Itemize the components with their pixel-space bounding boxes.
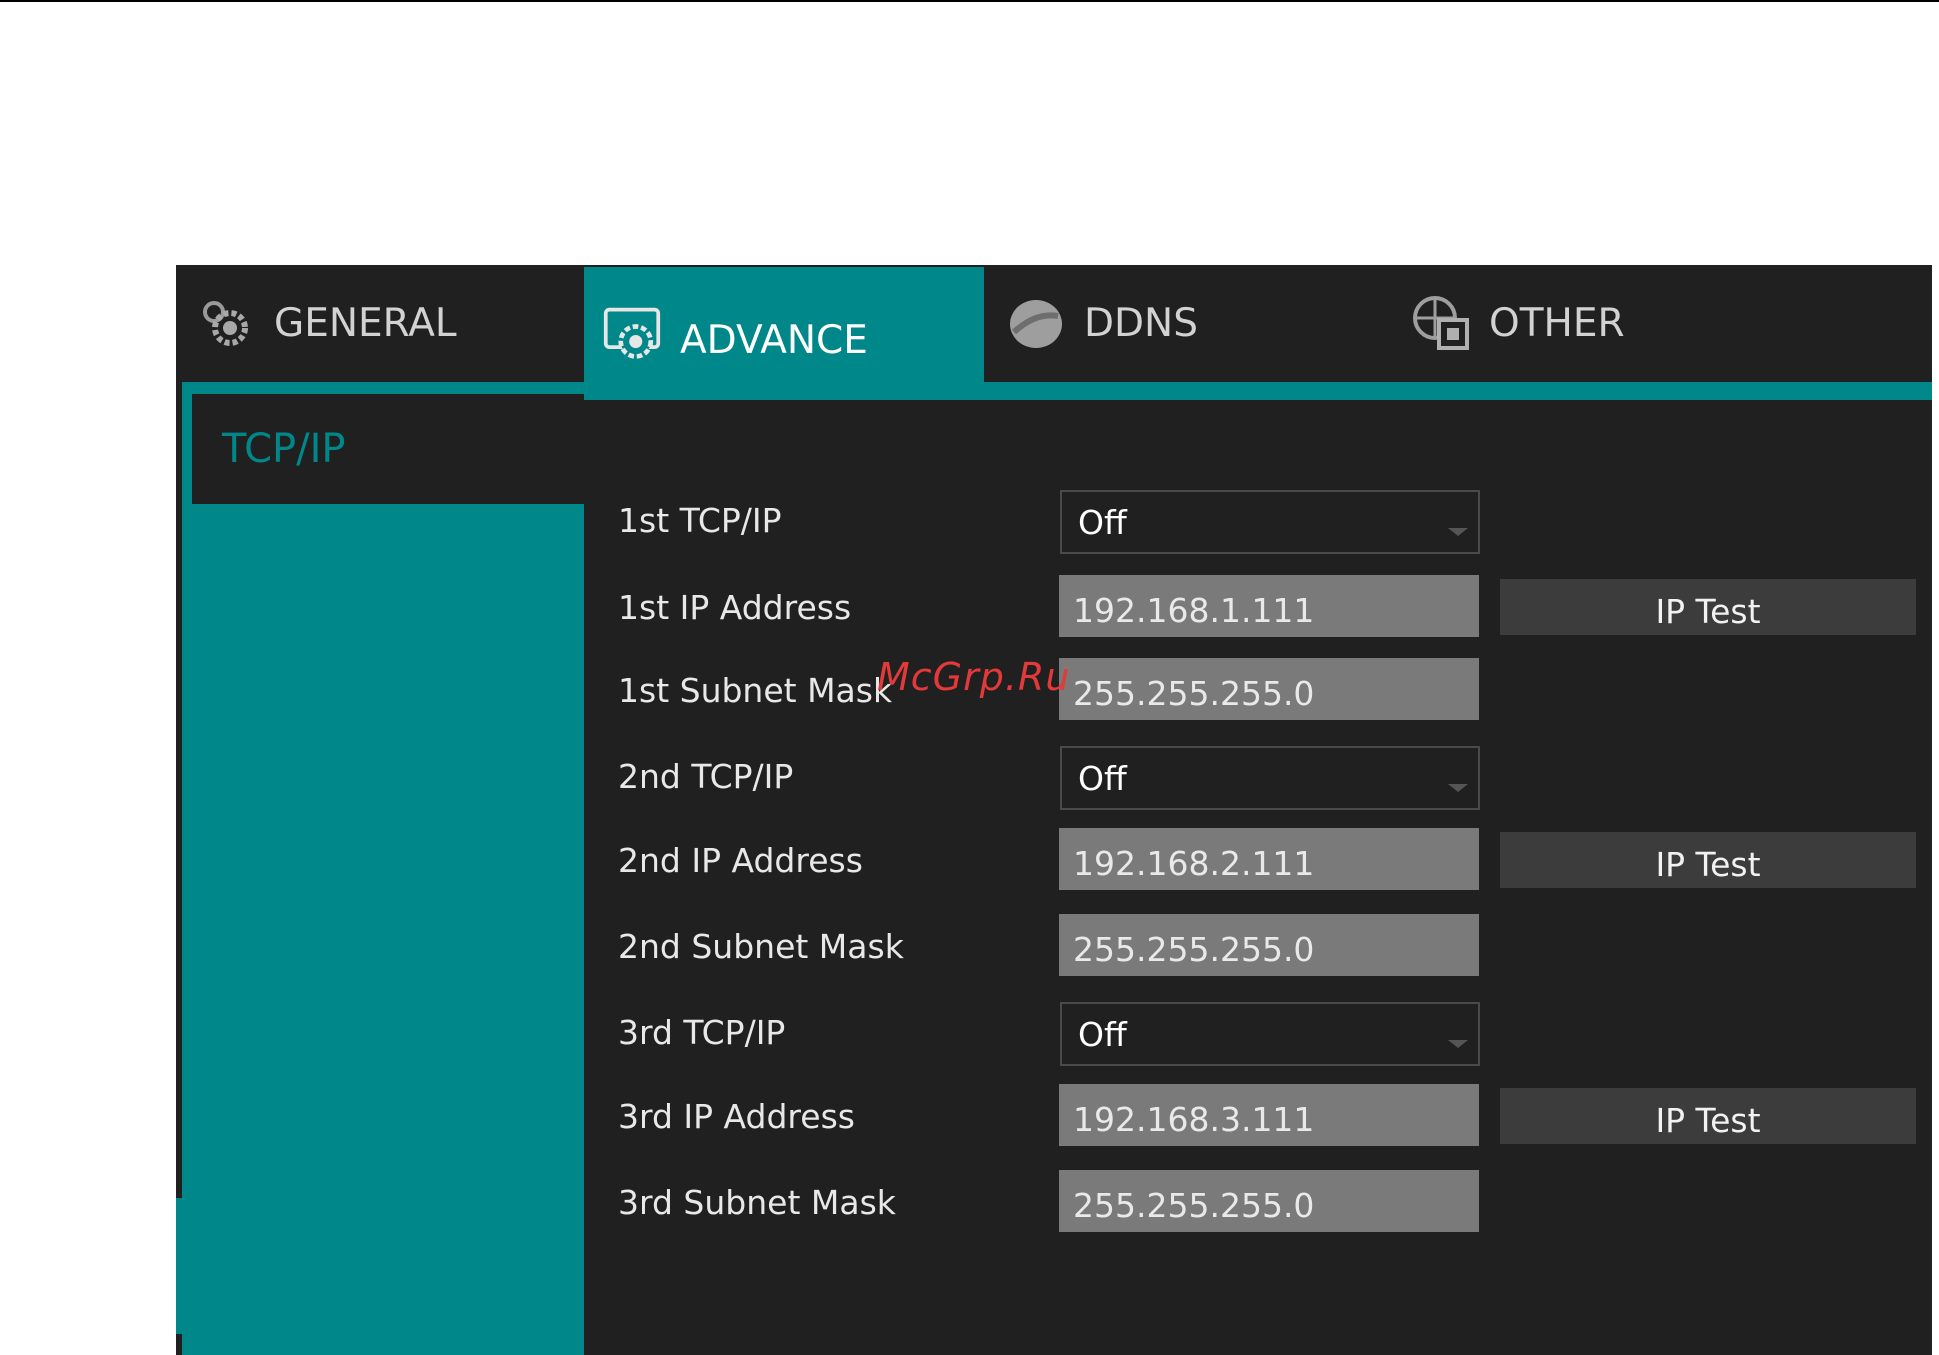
field-label: 1st TCP/IP <box>618 500 782 540</box>
form-row: 1st Subnet Mask 255.255.255.0 <box>584 650 1932 730</box>
tab-general[interactable]: GENERAL <box>196 265 576 382</box>
ip-address-3-field[interactable]: 192.168.3.111 <box>1059 1084 1479 1146</box>
sidebar: TCP/IP <box>176 382 584 1355</box>
ip-address-1-field[interactable]: 192.168.1.111 <box>1059 575 1479 637</box>
tab-underline <box>584 382 1932 400</box>
button-label: IP Test <box>1655 844 1761 884</box>
tcpip-1-select[interactable]: Off <box>1060 490 1480 554</box>
field-label: 3rd TCP/IP <box>618 1012 786 1052</box>
tab-label: GENERAL <box>274 301 457 346</box>
form-row: 1st TCP/IP Off <box>584 480 1932 560</box>
tcpip-form: 1st TCP/IP Off 1st IP Address 192.168.1.… <box>584 400 1932 1355</box>
field-value: 255.255.255.0 <box>1073 1185 1315 1225</box>
sidebar-item-tcpip[interactable]: TCP/IP <box>192 394 584 504</box>
field-label: 3rd Subnet Mask <box>618 1182 896 1222</box>
tcpip-3-select[interactable]: Off <box>1060 1002 1480 1066</box>
sidebar-item-label: TCP/IP <box>222 426 346 472</box>
gear-icon <box>196 294 256 354</box>
chevron-down-icon <box>1448 784 1468 792</box>
field-label: 1st IP Address <box>618 587 852 627</box>
tab-ddns[interactable]: DDNS <box>1006 265 1386 382</box>
tab-label: DDNS <box>1084 301 1198 346</box>
field-value: 255.255.255.0 <box>1073 929 1315 969</box>
subnet-mask-2-field[interactable]: 255.255.255.0 <box>1059 914 1479 976</box>
field-value: 192.168.1.111 <box>1073 590 1315 630</box>
subnet-mask-3-field[interactable]: 255.255.255.0 <box>1059 1170 1479 1232</box>
form-row: 1st IP Address 192.168.1.111 IP Test <box>584 567 1932 647</box>
globe-monitor-icon <box>1411 294 1471 354</box>
tab-advance[interactable]: ADVANCE <box>584 267 984 400</box>
field-label: 2nd Subnet Mask <box>618 926 904 966</box>
select-value: Off <box>1078 1014 1127 1054</box>
tab-bar: GENERAL ADVANCE DDNS OTHER <box>176 265 1932 400</box>
button-label: IP Test <box>1655 1100 1761 1140</box>
chevron-down-icon <box>1448 1040 1468 1048</box>
field-value: 192.168.3.111 <box>1073 1099 1315 1139</box>
ddns-disc-icon <box>1006 294 1066 354</box>
field-label: 1st Subnet Mask <box>618 670 893 710</box>
sidebar-edge-gap <box>176 1198 182 1334</box>
field-label: 3rd IP Address <box>618 1096 855 1136</box>
form-row: 2nd IP Address 192.168.2.111 IP Test <box>584 820 1932 900</box>
subnet-mask-1-field[interactable]: 255.255.255.0 <box>1059 658 1479 720</box>
ip-test-3-button[interactable]: IP Test <box>1500 1088 1916 1144</box>
form-row: 3rd Subnet Mask 255.255.255.0 <box>584 1162 1932 1242</box>
form-row: 3rd IP Address 192.168.3.111 IP Test <box>584 1076 1932 1156</box>
form-row: 2nd TCP/IP Off <box>584 736 1932 816</box>
watermark: McGrp.Ru <box>877 655 1071 699</box>
ip-test-2-button[interactable]: IP Test <box>1500 832 1916 888</box>
button-label: IP Test <box>1655 591 1761 631</box>
select-value: Off <box>1078 758 1127 798</box>
chevron-down-icon <box>1448 528 1468 536</box>
tcpip-2-select[interactable]: Off <box>1060 746 1480 810</box>
field-label: 2nd IP Address <box>618 840 863 880</box>
tab-label: ADVANCE <box>680 318 868 363</box>
ip-test-1-button[interactable]: IP Test <box>1500 579 1916 635</box>
field-label: 2nd TCP/IP <box>618 756 794 796</box>
field-value: 255.255.255.0 <box>1073 673 1315 713</box>
settings-panel-icon <box>602 304 662 364</box>
field-value: 192.168.2.111 <box>1073 843 1315 883</box>
ip-address-2-field[interactable]: 192.168.2.111 <box>1059 828 1479 890</box>
tab-other[interactable]: OTHER <box>1411 265 1791 382</box>
form-row: 2nd Subnet Mask 255.255.255.0 <box>584 906 1932 986</box>
form-row: 3rd TCP/IP Off <box>584 992 1932 1072</box>
settings-window: GENERAL ADVANCE DDNS OTHER TCP/IP 1st TC… <box>176 265 1932 1355</box>
tab-label: OTHER <box>1489 301 1625 346</box>
top-rule <box>0 0 1939 2</box>
select-value: Off <box>1078 502 1127 542</box>
